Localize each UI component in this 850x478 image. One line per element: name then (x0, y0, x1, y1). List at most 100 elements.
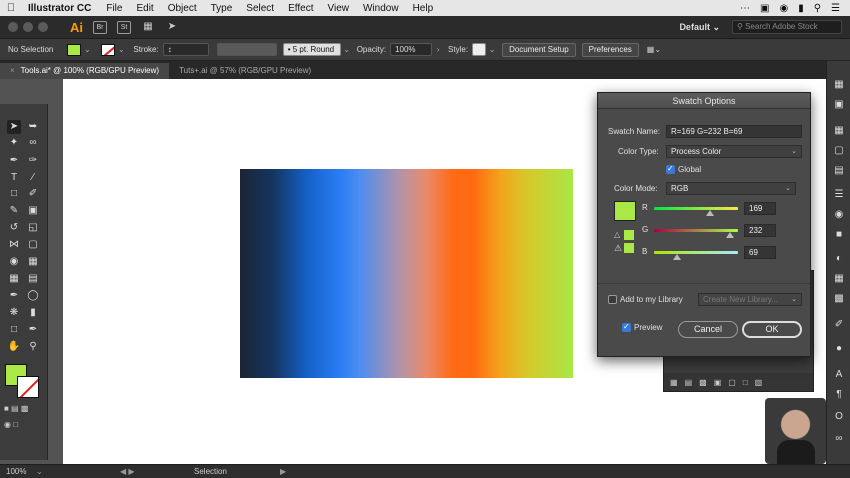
paintbrush-tool-icon[interactable]: ✐ (26, 187, 40, 201)
blue-value-input[interactable]: 69 (744, 246, 776, 259)
line-tool-icon[interactable]: ∕ (26, 171, 40, 185)
new-swatch-icon[interactable]: □ (743, 378, 748, 387)
width-tool-icon[interactable]: ⋈ (7, 238, 21, 252)
magic-wand-icon[interactable]: ✦ (7, 136, 21, 150)
delete-swatch-icon[interactable]: ▧ (755, 378, 763, 387)
close-window-button[interactable] (8, 22, 18, 32)
spotlight-icon[interactable]: ⚲ (814, 3, 821, 14)
stroke-color-swatch[interactable] (101, 43, 116, 56)
eyedropper-tool-icon[interactable]: ✒ (7, 289, 21, 303)
scale-tool-icon[interactable]: ◱ (26, 221, 40, 235)
menu-object[interactable]: Object (161, 3, 204, 14)
appearance-icon[interactable]: ◉ (833, 209, 845, 221)
chevron-down-icon[interactable]: ⌄ (83, 45, 91, 54)
pen-tool-icon[interactable]: ✒ (7, 154, 21, 168)
cancel-button[interactable]: Cancel (678, 321, 738, 338)
paragraph-icon[interactable]: ¶ (833, 389, 845, 401)
menu-window[interactable]: Window (356, 3, 406, 14)
rectangle-tool-icon[interactable]: □ (7, 187, 21, 201)
menu-type[interactable]: Type (204, 3, 240, 14)
menu-help[interactable]: Help (406, 3, 441, 14)
slice-tool-icon[interactable]: ✒ (26, 323, 40, 337)
column-graph-tool-icon[interactable]: ▮ (26, 306, 40, 320)
chevron-down-icon[interactable]: ⌄ (488, 45, 496, 54)
ok-button[interactable]: OK (742, 321, 802, 338)
color-icon[interactable]: ◐ (833, 253, 845, 265)
stroke-panel-icon[interactable]: ☰ (833, 189, 845, 201)
swatch-libraries-icon[interactable]: ▦ (670, 378, 678, 387)
layers-icon[interactable]: ▣ (833, 99, 845, 111)
character-icon[interactable]: A (833, 369, 845, 381)
variable-width-profile[interactable] (216, 43, 277, 56)
preferences-button[interactable]: Preferences (581, 42, 639, 57)
display-icon[interactable]: ▣ (760, 3, 769, 14)
status-arrow-icon[interactable]: ▶ (280, 467, 286, 476)
graphic-style-swatch[interactable] (472, 43, 487, 56)
apple-menu-icon[interactable]:  (0, 2, 22, 14)
chevron-down-icon[interactable]: ⌄ (36, 467, 43, 476)
stock-search-input[interactable]: ⚲ Search Adobe Stock (732, 20, 842, 34)
mesh-tool-icon[interactable]: ▦ (7, 272, 21, 286)
type-tool-icon[interactable]: T (7, 171, 21, 185)
menu-file[interactable]: File (99, 3, 129, 14)
opacity-field[interactable]: 100% (390, 43, 433, 56)
menu-effect[interactable]: Effect (281, 3, 320, 14)
add-to-library-checkbox[interactable] (608, 295, 617, 304)
artboard-navigation-icon[interactable]: ◀ ▶ (120, 467, 135, 476)
brush-definition[interactable]: • 5 pt. Round (282, 43, 341, 56)
swatch-name-input[interactable]: R=169 G=232 B=69 (666, 125, 802, 138)
menu-select[interactable]: Select (239, 3, 281, 14)
lasso-tool-icon[interactable]: ∞ (26, 136, 40, 150)
red-slider-track[interactable] (654, 207, 738, 210)
workspace-switcher[interactable]: Default ⌄ (679, 22, 720, 33)
web-safe-swatch[interactable] (624, 230, 634, 240)
new-folder-icon[interactable]: ▢ (728, 378, 736, 387)
shaper-tool-icon[interactable]: ✎ (7, 204, 21, 218)
rotate-tool-icon[interactable]: ↺ (7, 221, 21, 235)
battery-icon[interactable]: ▮ (798, 3, 804, 14)
out-of-gamut-warning-icon[interactable]: ⚠ (614, 243, 622, 254)
color-mode-icons[interactable]: ■ ▤ ▩ (4, 404, 44, 414)
green-slider-thumb[interactable] (726, 232, 735, 238)
gradient-rectangle[interactable] (240, 169, 573, 378)
library-select[interactable]: Create New Library... ⌄ (698, 293, 802, 306)
global-checkbox[interactable] (666, 164, 675, 174)
menu-edit[interactable]: Edit (129, 3, 160, 14)
stroke-color-box[interactable] (17, 376, 39, 398)
blue-slider-track[interactable] (654, 251, 738, 254)
menu-view[interactable]: View (320, 3, 356, 14)
opentype-icon[interactable]: O (833, 411, 845, 423)
brushes-icon[interactable]: ✐ (833, 319, 845, 331)
chevron-down-icon[interactable]: ⌄ (343, 45, 351, 54)
tab-tools-ai[interactable]: × Tools.ai* @ 100% (RGB/GPU Preview) (0, 63, 170, 79)
shape-builder-tool-icon[interactable]: ◉ (7, 255, 21, 269)
fill-color-swatch[interactable] (67, 43, 82, 56)
chevron-right-icon[interactable]: › (434, 45, 442, 54)
stock-button[interactable]: St (117, 20, 131, 34)
symbol-sprayer-tool-icon[interactable]: ❋ (7, 306, 21, 320)
in-gamut-swatch[interactable] (624, 243, 634, 253)
perspective-grid-tool-icon[interactable]: ▦ (26, 255, 40, 269)
red-value-input[interactable]: 169 (744, 202, 776, 215)
green-slider-track[interactable] (654, 229, 738, 232)
links-icon[interactable]: ∞ (833, 433, 845, 445)
symbols-icon[interactable]: ● (833, 343, 845, 355)
blend-tool-icon[interactable]: ◯ (26, 289, 40, 303)
align-icon[interactable]: ▦⌄ (647, 45, 661, 54)
swatches-icon[interactable]: ▩ (833, 293, 845, 305)
free-transform-tool-icon[interactable]: ▢ (26, 238, 40, 252)
arrange-documents-icon[interactable]: ▦ (141, 21, 155, 34)
tab-tuts-ai[interactable]: Tuts+.ai @ 57% (RGB/GPU Preview) (169, 63, 321, 79)
out-of-web-icon[interactable]: △ (614, 230, 620, 239)
artboard-tool-icon[interactable]: □ (7, 323, 21, 337)
app-menu[interactable]: Illustrator CC (22, 3, 99, 14)
minimize-window-button[interactable] (23, 22, 33, 32)
wifi-icon[interactable]: ◉ (779, 3, 788, 14)
green-value-input[interactable]: 232 (744, 224, 776, 237)
zoom-window-button[interactable] (38, 22, 48, 32)
selection-tool-icon[interactable]: ➤ (7, 120, 21, 134)
color-guide-icon[interactable]: ▦ (833, 273, 845, 285)
direct-selection-tool-icon[interactable]: ➥ (26, 120, 40, 134)
hand-tool-icon[interactable]: ✋ (7, 340, 21, 354)
properties-icon[interactable]: ▦ (833, 79, 845, 91)
